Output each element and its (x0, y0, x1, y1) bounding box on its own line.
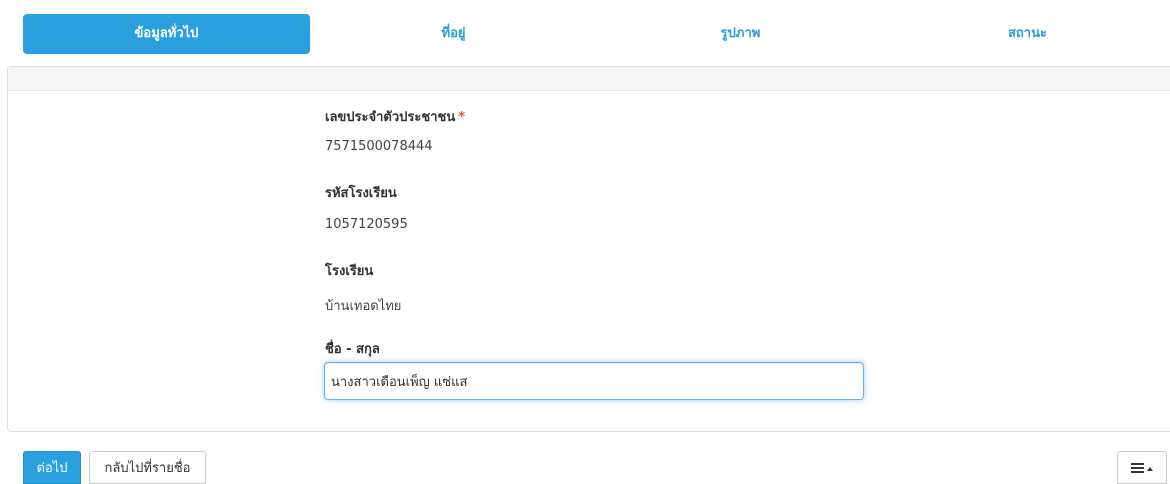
panel-heading (8, 67, 1170, 91)
school-code-value: 1057120595 (325, 217, 408, 232)
school-value: บ้านเทอดไทย (325, 299, 402, 314)
required-mark: * (458, 110, 466, 125)
full-name-field-wrapper (324, 362, 864, 400)
tab-bar: ข้อมูลทั่วไป ที่อยู่ รูปภาพ สถานะ (23, 14, 1170, 54)
school-label: โรงเรียน (325, 264, 374, 279)
student-edit-page: ข้อมูลทั่วไป ที่อยู่ รูปภาพ สถานะ เลขประ… (0, 0, 1170, 484)
actions-menu-button[interactable] (1117, 451, 1167, 484)
school-code-label: รหัสโรงเรียน (325, 186, 397, 201)
full-name-label: ชื่อ - สกุล (325, 342, 380, 357)
hamburger-menu-icon (1131, 463, 1144, 474)
tab-photo[interactable]: รูปภาพ (597, 14, 884, 54)
citizen-id-value: 7571500078444 (325, 139, 433, 154)
tab-address[interactable]: ที่อยู่ (310, 14, 597, 54)
full-name-input[interactable] (324, 362, 864, 400)
caret-up-icon (1147, 466, 1153, 471)
back-to-list-button[interactable]: กลับไปที่รายชื่อ (89, 451, 206, 484)
tab-general-info[interactable]: ข้อมูลทั่วไป (23, 14, 310, 54)
tab-status[interactable]: สถานะ (884, 14, 1170, 54)
citizen-id-label: เลขประจำตัวประชาชน * (325, 110, 466, 125)
next-button[interactable]: ต่อไป (23, 451, 81, 484)
